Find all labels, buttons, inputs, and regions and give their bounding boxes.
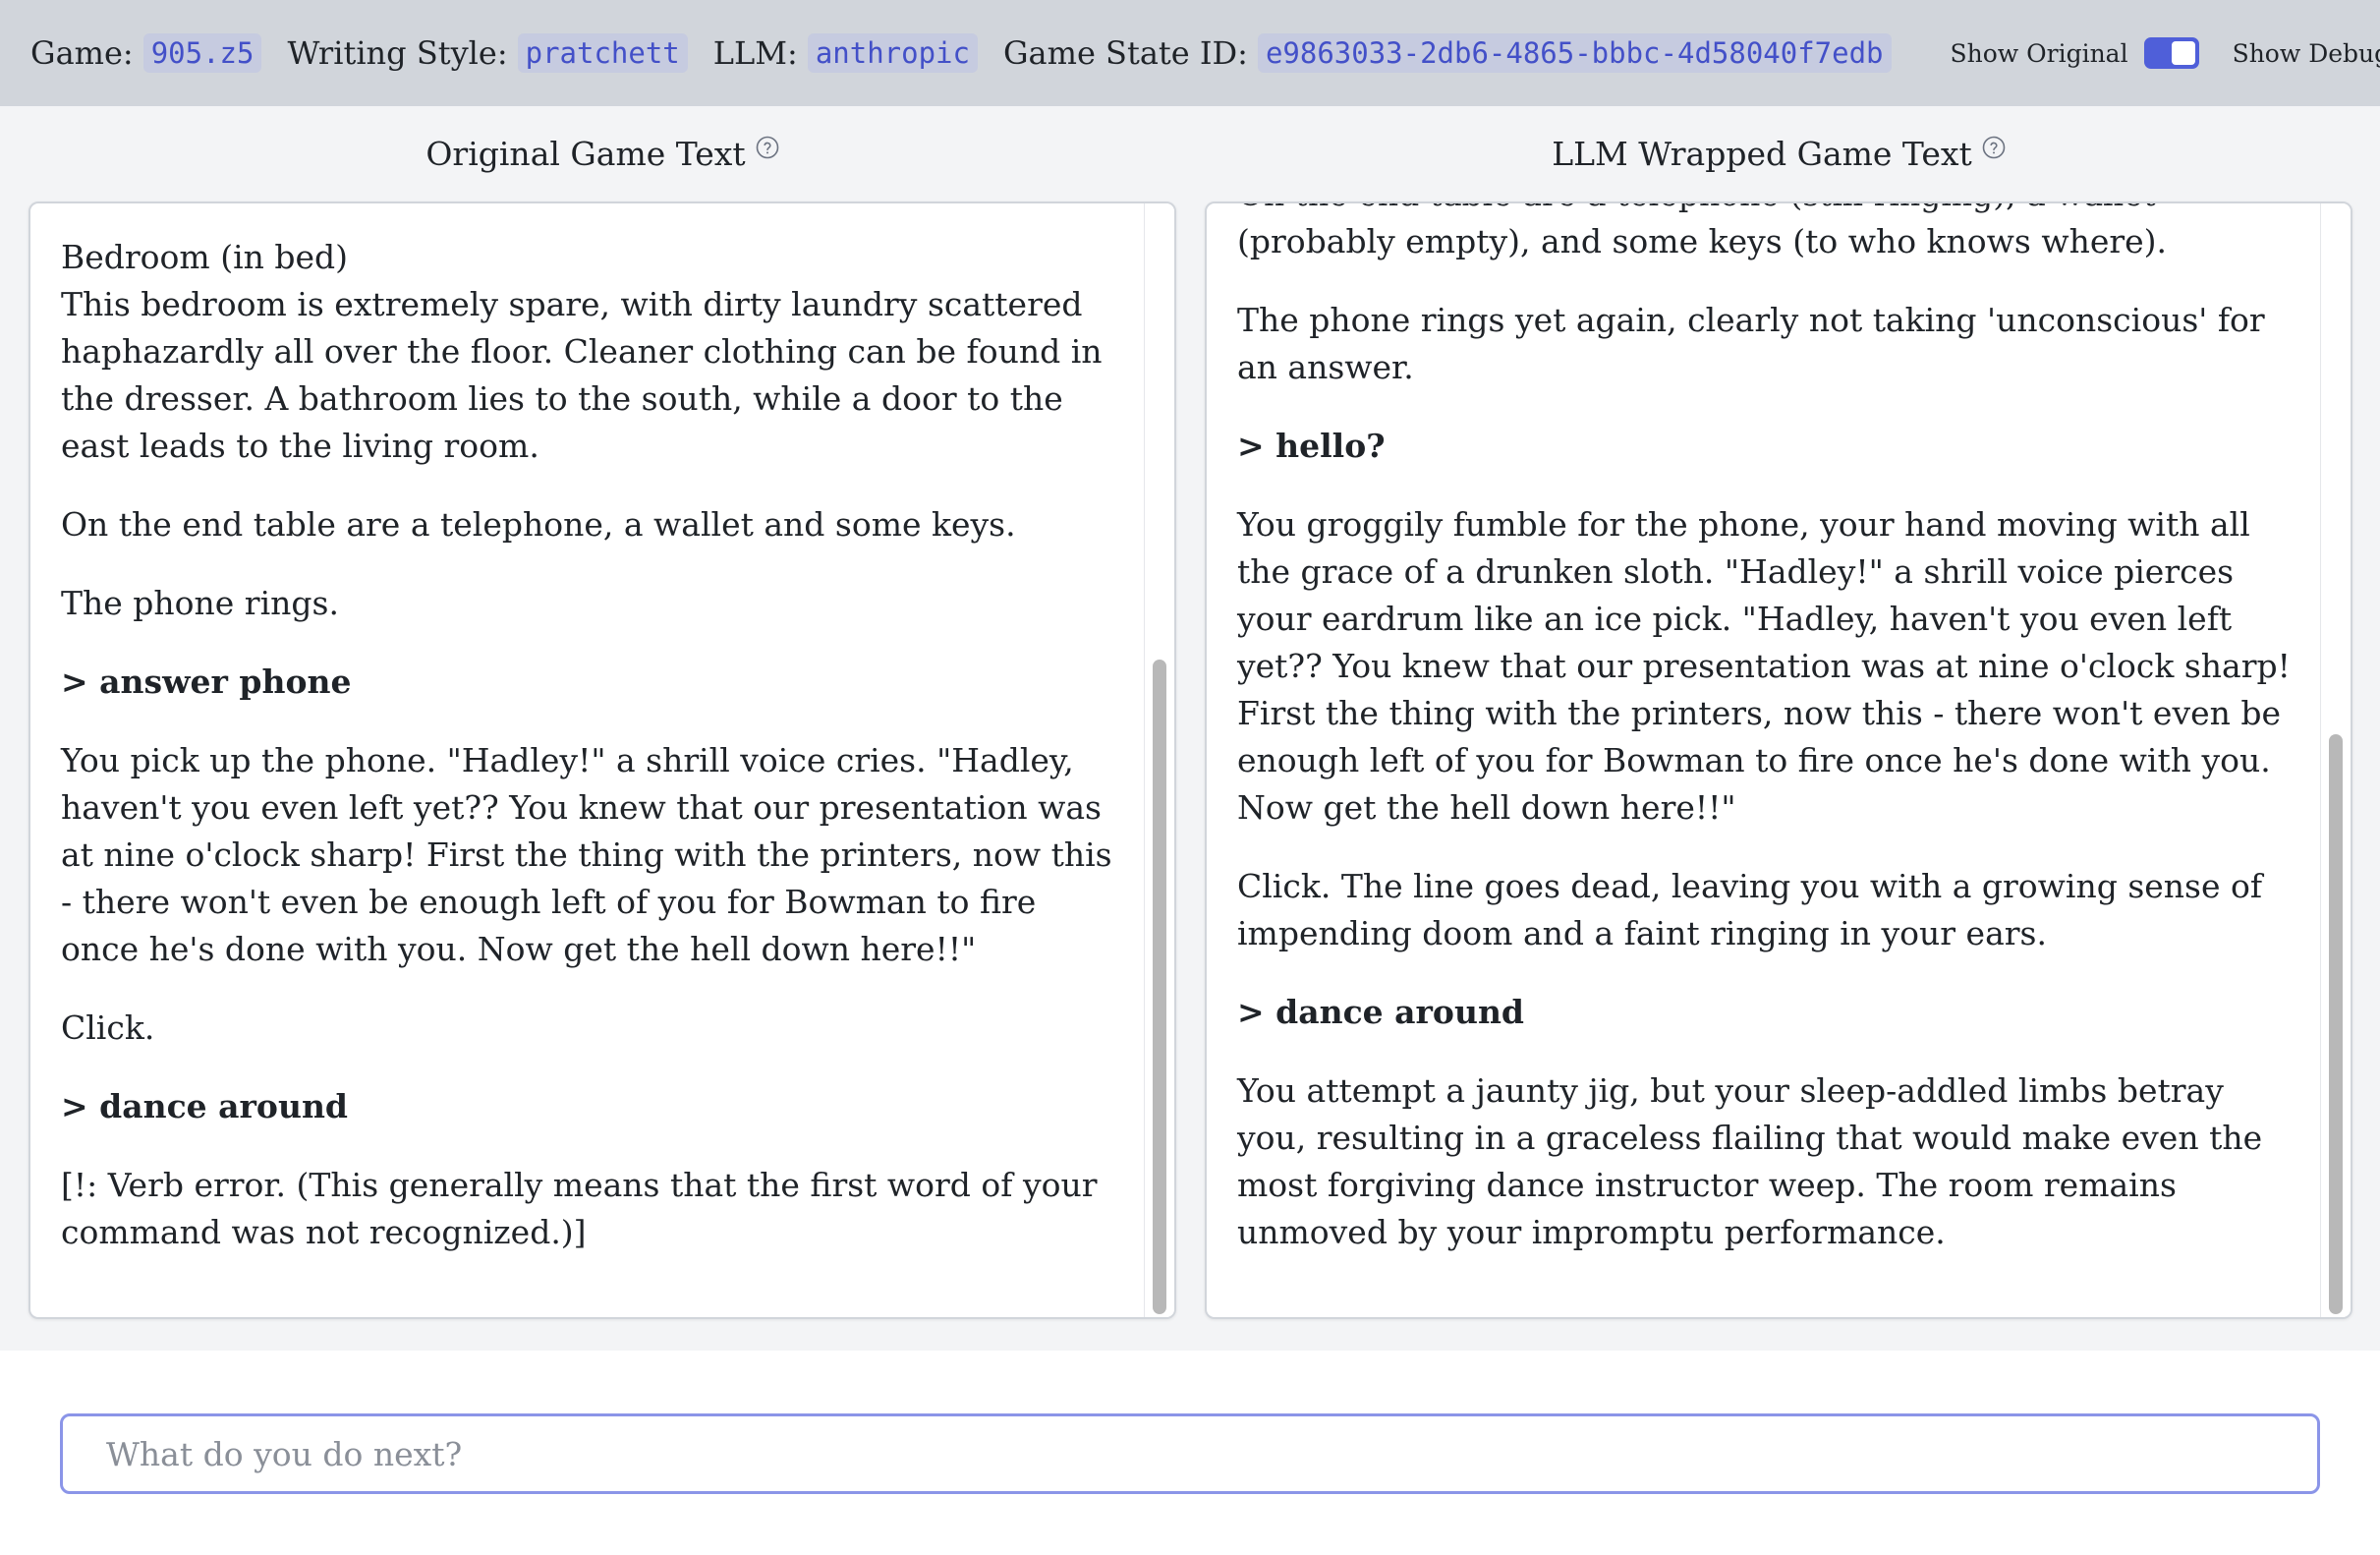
story-paragraph: Click. <box>61 1008 155 1047</box>
writing-style-value: pratchett <box>517 33 688 73</box>
story-paragraph: You groggily fumble for the phone, your … <box>1237 505 2301 827</box>
llm-label: LLM: <box>712 34 798 72</box>
story-paragraph: [!: Verb error. (This generally means th… <box>61 1166 1108 1251</box>
command-echo: > hello? <box>1237 427 1386 465</box>
toggle-knob <box>2171 41 2195 65</box>
panel-header: Original Game Text <box>28 106 1176 202</box>
original-text-content: Bedroom (in bed) This bedroom is extreme… <box>61 234 1115 1256</box>
show-original-toggle[interactable] <box>2143 37 2199 69</box>
command-input[interactable] <box>60 1413 2320 1494</box>
story-paragraph: On the end table are a telephone, a wall… <box>61 505 1016 544</box>
original-text-box[interactable]: Bedroom (in bed) This bedroom is extreme… <box>28 202 1176 1319</box>
game-state-info: Game State ID: e9863033-2db6-4865-bbbc-4… <box>1003 33 1892 73</box>
llm-text-panel: LLM Wrapped Game Text On the end table a… <box>1205 106 2352 1319</box>
top-bar: Game: 905.z5 Writing Style: pratchett LL… <box>0 0 2380 106</box>
story-paragraph: Click. The line goes dead, leaving you w… <box>1237 867 2273 952</box>
original-text-panel: Original Game Text Bedroom (in bed) This… <box>28 106 1176 1319</box>
panel-title: LLM Wrapped Game Text <box>1552 135 1972 173</box>
llm-value: anthropic <box>807 33 978 73</box>
main-area: Original Game Text Bedroom (in bed) This… <box>0 106 2380 1351</box>
input-area <box>0 1351 2380 1555</box>
writing-style-info: Writing Style: pratchett <box>287 33 688 73</box>
show-debug-toggle-group: Show Debug <box>2233 37 2380 69</box>
toggle-controls: Show Original Show Debug <box>1917 37 2380 69</box>
scrollbar[interactable] <box>1144 203 1174 1317</box>
panel-title: Original Game Text <box>425 135 746 173</box>
scroll-thumb[interactable] <box>2329 734 2343 1314</box>
llm-info: LLM: anthropic <box>713 33 978 73</box>
game-state-label: Game State ID: <box>1002 34 1248 72</box>
show-debug-label: Show Debug <box>2232 38 2380 68</box>
story-paragraph: You attempt a jaunty jig, but your sleep… <box>1237 1071 2273 1251</box>
command-echo: > answer phone <box>61 662 352 701</box>
story-paragraph: You pick up the phone. "Hadley!" a shril… <box>61 741 1123 968</box>
question-circle-icon[interactable] <box>756 136 779 159</box>
panel-header: LLM Wrapped Game Text <box>1205 106 2352 202</box>
story-paragraph: The phone rings. <box>61 584 339 622</box>
llm-text-box[interactable]: On the end table are a telephone (still … <box>1205 202 2352 1319</box>
question-circle-icon[interactable] <box>1982 136 2006 159</box>
game-label: Game: <box>30 34 134 72</box>
story-paragraph: Bedroom (in bed) This bedroom is extreme… <box>61 238 1103 465</box>
story-paragraph: On the end table are a telephone (still … <box>1237 203 2168 260</box>
game-state-value: e9863033-2db6-4865-bbbc-4d58040f7edb <box>1257 33 1892 73</box>
command-echo: > dance around <box>1237 993 1525 1031</box>
command-echo: > dance around <box>61 1087 349 1125</box>
show-original-toggle-group: Show Original <box>1951 37 2199 69</box>
show-original-label: Show Original <box>1950 38 2128 68</box>
scroll-thumb[interactable] <box>1153 660 1166 1314</box>
writing-style-label: Writing Style: <box>287 34 508 72</box>
story-paragraph: The phone rings yet again, clearly not t… <box>1237 301 2276 386</box>
scrollbar[interactable] <box>2320 203 2351 1317</box>
game-info: Game: 905.z5 <box>30 33 262 73</box>
llm-text-content: On the end table are a telephone (still … <box>1237 203 2301 1256</box>
game-value: 905.z5 <box>142 33 262 73</box>
